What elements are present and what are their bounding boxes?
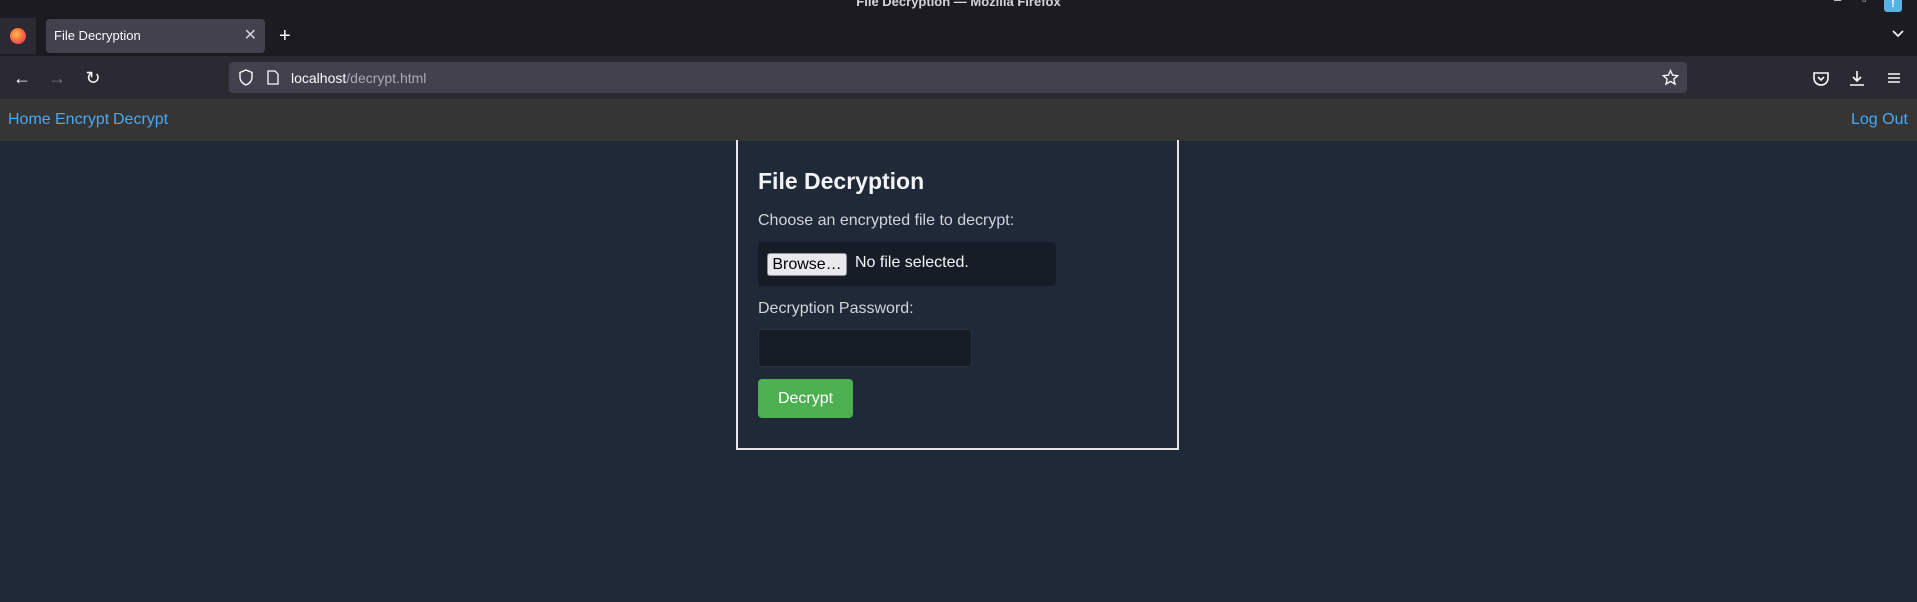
notification-icon[interactable]: ! bbox=[1884, 0, 1902, 12]
file-status-text: No file selected. bbox=[855, 254, 969, 271]
minimize-icon[interactable]: – bbox=[1834, 0, 1841, 7]
tab-file-decryption[interactable]: File Decryption ✕ bbox=[46, 19, 265, 53]
nav-decrypt-link[interactable]: Decrypt bbox=[113, 111, 168, 129]
shield-icon[interactable] bbox=[238, 69, 254, 86]
bookmark-star-icon[interactable] bbox=[1662, 69, 1679, 86]
decrypt-button[interactable]: Decrypt bbox=[758, 379, 853, 418]
password-input[interactable] bbox=[758, 329, 972, 367]
list-tabs-icon[interactable] bbox=[1891, 26, 1905, 40]
firefox-menu-icon[interactable] bbox=[0, 18, 36, 54]
nav-home-link[interactable]: Home bbox=[8, 111, 51, 129]
nav-logout-link[interactable]: Log Out bbox=[1851, 111, 1908, 129]
tab-label: File Decryption bbox=[54, 28, 141, 43]
browser-titlebar: File Decryption — Mozilla Firefox File D… bbox=[0, 0, 1917, 56]
downloads-icon[interactable] bbox=[1845, 66, 1869, 90]
page-icon bbox=[267, 70, 279, 85]
close-tab-icon[interactable]: ✕ bbox=[244, 25, 257, 45]
browser-toolbar: ← → ↻ localhost/decrypt.html bbox=[0, 56, 1917, 99]
maximize-icon[interactable]: ▫ bbox=[1862, 0, 1867, 7]
nav-encrypt-link[interactable]: Encrypt bbox=[55, 111, 109, 129]
password-label: Decryption Password: bbox=[758, 300, 914, 317]
forward-icon[interactable]: → bbox=[45, 66, 69, 90]
file-label: Choose an encrypted file to decrypt: bbox=[758, 212, 1015, 229]
back-icon[interactable]: ← bbox=[10, 66, 34, 90]
url-text[interactable]: localhost/decrypt.html bbox=[291, 70, 426, 86]
page-title: File Decryption bbox=[758, 168, 925, 194]
site-navbar: Home Encrypt Decrypt Log Out bbox=[0, 99, 1917, 141]
decryption-card: File Decryption Choose an encrypted file… bbox=[736, 140, 1179, 450]
hamburger-menu-icon[interactable] bbox=[1882, 66, 1906, 90]
reload-icon[interactable]: ↻ bbox=[81, 66, 105, 90]
pocket-icon[interactable] bbox=[1809, 66, 1833, 90]
browse-button[interactable]: Browse… bbox=[767, 253, 847, 276]
window-title: File Decryption — Mozilla Firefox bbox=[856, 0, 1061, 9]
file-input[interactable]: Browse… No file selected. bbox=[758, 242, 1056, 286]
new-tab-icon[interactable]: + bbox=[279, 23, 291, 49]
url-bar[interactable]: localhost/decrypt.html bbox=[229, 62, 1687, 93]
